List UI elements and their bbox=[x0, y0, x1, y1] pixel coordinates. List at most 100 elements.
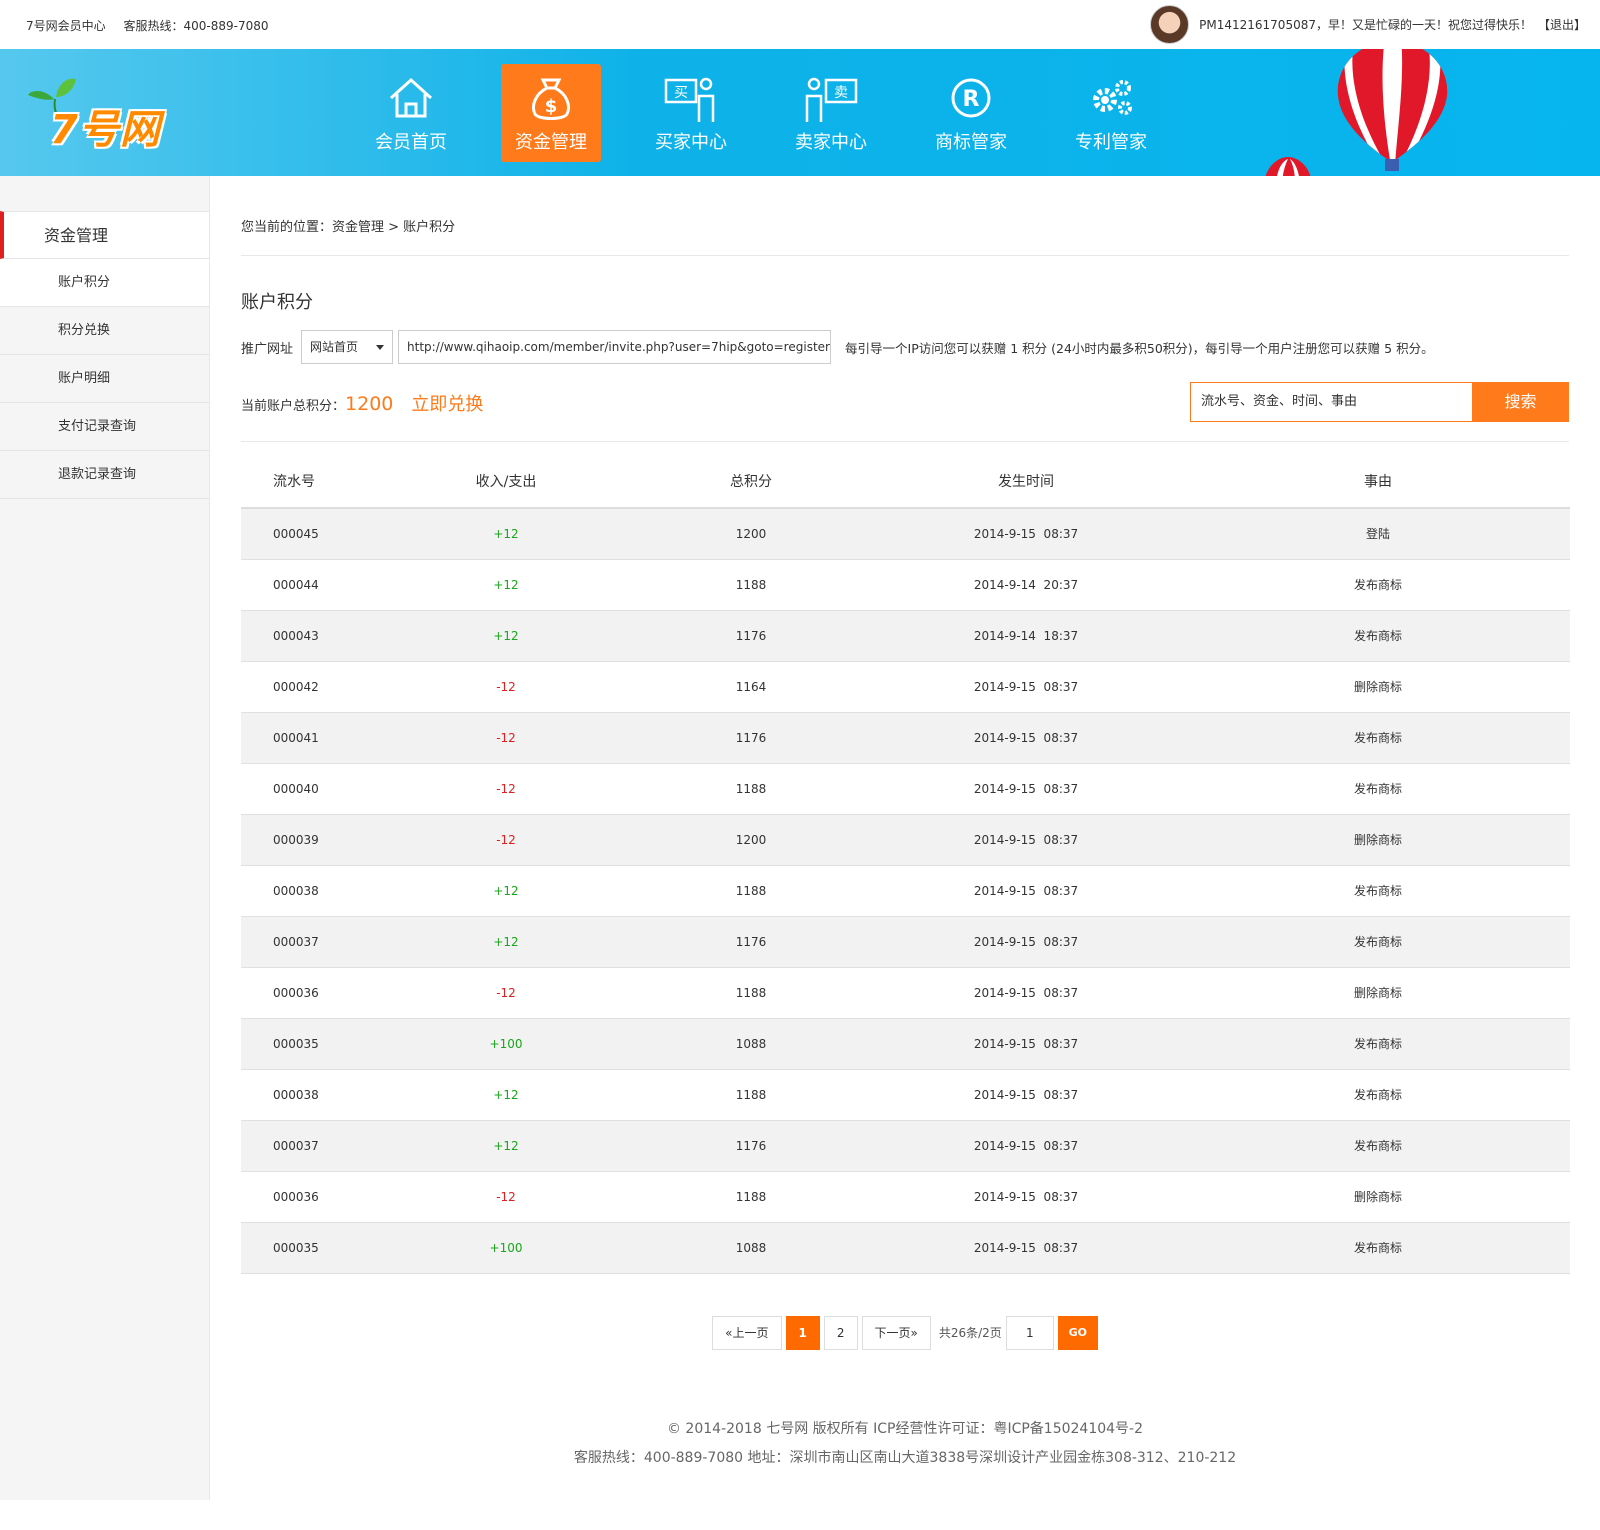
cell-reason: 登陆 bbox=[1186, 508, 1570, 560]
greeting: PM1412161705087，早！又是忙碌的一天！祝您过得快乐！ bbox=[1199, 18, 1532, 32]
cell-serial: 000044 bbox=[241, 559, 376, 611]
points-value: 1200 bbox=[345, 393, 394, 415]
nav-label: 专利管家 bbox=[1075, 132, 1147, 153]
cell-serial: 000037 bbox=[241, 1120, 376, 1172]
top-bar: 7号网会员中心 客服热线：400-889-7080 PM141216170508… bbox=[0, 0, 1600, 49]
cell-change: -12 bbox=[376, 967, 636, 1019]
table-row: 000038 +12 1188 2014-9-15 08:37 发布商标 bbox=[241, 1069, 1570, 1121]
nav-label: 资金管理 bbox=[515, 132, 587, 153]
footer-contact: 客服热线：400-889-7080 地址：深圳市南山区南山大道3838号深圳设计… bbox=[573, 1449, 1237, 1466]
cell-time: 2014-9-15 08:37 bbox=[866, 661, 1186, 713]
cell-time: 2014-9-15 08:37 bbox=[866, 1222, 1186, 1274]
next-page-button[interactable]: 下一页» bbox=[861, 1315, 931, 1350]
go-button[interactable]: GO bbox=[1057, 1315, 1098, 1350]
sidebar-item-points-exchange[interactable]: 积分兑换 bbox=[0, 307, 209, 355]
cell-time: 2014-9-15 08:37 bbox=[866, 1069, 1186, 1121]
nav-label: 会员首页 bbox=[375, 132, 447, 153]
cell-total: 1200 bbox=[636, 508, 866, 560]
promo-row: 推广网址 网站首页 http://www.qihaoip.com/member/… bbox=[241, 330, 1569, 364]
cell-time: 2014-9-15 08:37 bbox=[866, 1018, 1186, 1070]
avatar[interactable] bbox=[1150, 5, 1190, 44]
sidebar-heading[interactable]: 资金管理 bbox=[0, 211, 209, 259]
nav-label: 买家中心 bbox=[655, 132, 727, 153]
cell-serial: 000037 bbox=[241, 916, 376, 968]
money-bag-icon: $ bbox=[532, 78, 570, 120]
cell-change: +12 bbox=[376, 1120, 636, 1172]
cell-total: 1188 bbox=[636, 967, 866, 1019]
page-title: 账户积分 bbox=[241, 292, 313, 313]
sidebar-item-refund-records[interactable]: 退款记录查询 bbox=[0, 451, 209, 499]
page-1-button[interactable]: 1 bbox=[785, 1315, 820, 1350]
cell-total: 1188 bbox=[636, 865, 866, 917]
points-row: 当前账户总积分：1200 立即兑换 流水号、资金、时间、事由 搜索 bbox=[241, 372, 1569, 442]
cell-total: 1188 bbox=[636, 1069, 866, 1121]
cell-serial: 000035 bbox=[241, 1222, 376, 1274]
cell-time: 2014-9-15 08:37 bbox=[866, 916, 1186, 968]
cell-change: +100 bbox=[376, 1018, 636, 1070]
cell-serial: 000036 bbox=[241, 1171, 376, 1223]
table-row: 000044 +12 1188 2014-9-14 20:37 发布商标 bbox=[241, 559, 1570, 611]
seller-icon: 卖 bbox=[805, 77, 858, 122]
cell-serial: 000035 bbox=[241, 1018, 376, 1070]
sidebar-item-account-points[interactable]: 账户积分 bbox=[0, 259, 209, 307]
points-label: 当前账户总积分： bbox=[241, 399, 346, 414]
prev-page-button[interactable]: «上一页 bbox=[712, 1315, 782, 1350]
page-summary: 共26条/2页 bbox=[938, 1326, 1002, 1340]
cell-serial: 000038 bbox=[241, 1069, 376, 1121]
balloon-decoration bbox=[1337, 49, 1448, 171]
cell-reason: 发布商标 bbox=[1186, 559, 1570, 611]
table-row: 000035 +100 1088 2014-9-15 08:37 发布商标 bbox=[241, 1018, 1570, 1070]
page-2-button[interactable]: 2 bbox=[823, 1315, 858, 1350]
search-bar: 流水号、资金、时间、事由 搜索 bbox=[1190, 382, 1569, 422]
nav-trademark-manager[interactable]: R 商标管家 bbox=[921, 64, 1021, 162]
promo-url-field[interactable]: http://www.qihaoip.com/member/invite.php… bbox=[398, 330, 832, 364]
nav-member-home[interactable]: 会员首页 bbox=[361, 64, 461, 162]
nav-buyer-center[interactable]: 买 买家中心 bbox=[641, 64, 741, 162]
gears-icon bbox=[1093, 80, 1132, 115]
col-reason: 事由 bbox=[1186, 454, 1570, 509]
registered-icon: R bbox=[951, 78, 991, 118]
exchange-now-link[interactable]: 立即兑换 bbox=[411, 394, 483, 415]
table-row: 000036 -12 1188 2014-9-15 08:37 删除商标 bbox=[241, 967, 1570, 1019]
nav-seller-center[interactable]: 卖 卖家中心 bbox=[781, 64, 881, 162]
top-bar-left: 7号网会员中心 客服热线：400-889-7080 bbox=[26, 17, 282, 34]
cell-change: +12 bbox=[376, 916, 636, 968]
seller-badge: 卖 bbox=[834, 85, 848, 101]
page-jump-input[interactable]: 1 bbox=[1005, 1315, 1054, 1350]
cell-time: 2014-9-15 08:37 bbox=[866, 814, 1186, 866]
breadcrumb: 您当前的位置：资金管理 > 账户积分 bbox=[241, 216, 1569, 256]
svg-text:$: $ bbox=[545, 96, 558, 117]
promo-page-select[interactable]: 网站首页 bbox=[301, 330, 394, 364]
sidebar-item-payment-records[interactable]: 支付记录查询 bbox=[0, 403, 209, 451]
nav-patent-manager[interactable]: 专利管家 bbox=[1061, 64, 1161, 162]
cell-reason: 发布商标 bbox=[1186, 610, 1570, 662]
cell-serial: 000045 bbox=[241, 508, 376, 560]
nav-fund-management[interactable]: $ 资金管理 bbox=[501, 64, 601, 162]
buyer-icon: 买 bbox=[664, 77, 715, 122]
cell-change: +100 bbox=[376, 1222, 636, 1274]
cell-reason: 删除商标 bbox=[1186, 661, 1570, 713]
sidebar-item-account-details[interactable]: 账户明细 bbox=[0, 355, 209, 403]
col-total-points: 总积分 bbox=[636, 454, 866, 509]
logout-link[interactable]: 【退出】 bbox=[1538, 16, 1586, 33]
points-summary: 当前账户总积分：1200 立即兑换 bbox=[241, 390, 483, 416]
table-row: 000038 +12 1188 2014-9-15 08:37 发布商标 bbox=[241, 865, 1570, 917]
table-row: 000041 -12 1176 2014-9-15 08:37 发布商标 bbox=[241, 712, 1570, 764]
table-row: 000037 +12 1176 2014-9-15 08:37 发布商标 bbox=[241, 1120, 1570, 1172]
cell-change: +12 bbox=[376, 508, 636, 560]
table-row: 000042 -12 1164 2014-9-15 08:37 删除商标 bbox=[241, 661, 1570, 713]
cell-serial: 000038 bbox=[241, 865, 376, 917]
cell-total: 1176 bbox=[636, 712, 866, 764]
cell-change: +12 bbox=[376, 1069, 636, 1121]
search-input[interactable]: 流水号、资金、时间、事由 bbox=[1190, 382, 1472, 422]
cell-time: 2014-9-15 08:37 bbox=[866, 1171, 1186, 1223]
col-income-expense: 收入/支出 bbox=[376, 454, 636, 509]
search-button[interactable]: 搜索 bbox=[1472, 382, 1569, 422]
cell-reason: 发布商标 bbox=[1186, 865, 1570, 917]
cell-reason: 删除商标 bbox=[1186, 967, 1570, 1019]
cell-reason: 发布商标 bbox=[1186, 712, 1570, 764]
site-logo[interactable]: 7号网 bbox=[28, 77, 186, 153]
promo-tip: 每引导一个IP访问您可以获赠 1 积分 (24小时内最多积50积分)，每引导一个… bbox=[845, 340, 1434, 356]
cell-total: 1088 bbox=[636, 1222, 866, 1274]
cell-time: 2014-9-15 08:37 bbox=[866, 865, 1186, 917]
